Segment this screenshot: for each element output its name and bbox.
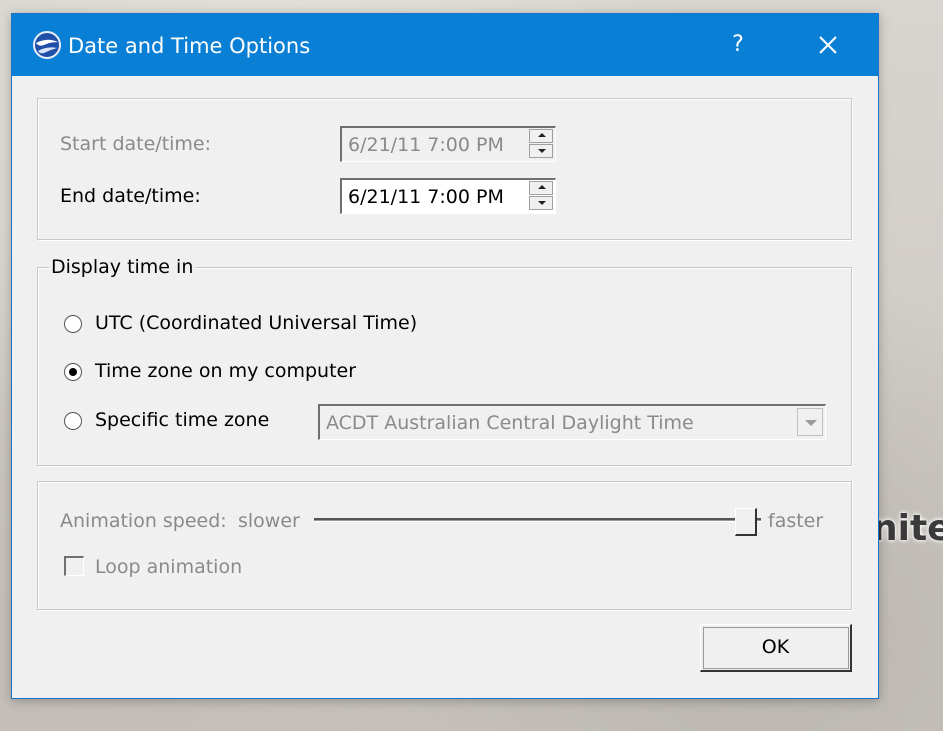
timezone-dropdown[interactable]: ACDT Australian Central Daylight Time <box>318 404 826 440</box>
start-datetime-spinner[interactable] <box>529 129 553 159</box>
loop-animation-checkbox[interactable] <box>64 556 84 576</box>
end-datetime-spinner[interactable] <box>529 181 553 211</box>
end-datetime-picker[interactable]: 6/21/11 7:00 PM <box>340 178 556 214</box>
start-datetime-label: Start date/time: <box>60 133 212 155</box>
help-button[interactable]: ? <box>720 26 756 64</box>
utc-radio[interactable] <box>64 315 82 333</box>
dialog-title: Date and Time Options <box>68 34 311 58</box>
local-timezone-radio-label[interactable]: Time zone on my computer <box>95 360 356 382</box>
spin-down-button[interactable] <box>529 144 553 158</box>
timezone-dropdown-value: ACDT Australian Central Daylight Time <box>326 412 694 434</box>
map-label: nited <box>872 508 943 549</box>
end-datetime-value: 6/21/11 7:00 PM <box>348 186 504 208</box>
specific-timezone-radio-label[interactable]: Specific time zone <box>95 409 269 431</box>
end-datetime-label: End date/time: <box>60 185 201 207</box>
spin-up-button[interactable] <box>529 181 553 195</box>
chevron-down-icon[interactable] <box>797 408 823 436</box>
ok-button[interactable]: OK <box>700 624 852 672</box>
spin-up-button[interactable] <box>529 129 553 143</box>
close-icon[interactable] <box>810 26 846 64</box>
date-time-options-dialog: Date and Time Options ? Start date/time:… <box>11 13 879 699</box>
display-time-legend: Display time in <box>49 256 196 278</box>
animation-speed-slider-thumb[interactable] <box>735 508 757 536</box>
specific-timezone-radio[interactable] <box>64 412 82 430</box>
loop-animation-label[interactable]: Loop animation <box>95 556 242 578</box>
animation-group <box>37 481 852 610</box>
slower-label: slower <box>238 510 300 532</box>
earth-globe-icon <box>33 31 61 59</box>
faster-label: faster <box>768 510 824 532</box>
utc-radio-label[interactable]: UTC (Coordinated Universal Time) <box>95 312 417 334</box>
animation-speed-label: Animation speed: <box>60 510 227 532</box>
spin-down-button[interactable] <box>529 196 553 210</box>
animation-speed-slider[interactable] <box>314 518 761 522</box>
start-datetime-value: 6/21/11 7:00 PM <box>348 134 504 156</box>
start-datetime-picker[interactable]: 6/21/11 7:00 PM <box>340 126 556 162</box>
local-timezone-radio[interactable] <box>64 363 82 381</box>
title-bar[interactable]: Date and Time Options ? <box>12 14 878 76</box>
time-range-group <box>37 98 852 240</box>
